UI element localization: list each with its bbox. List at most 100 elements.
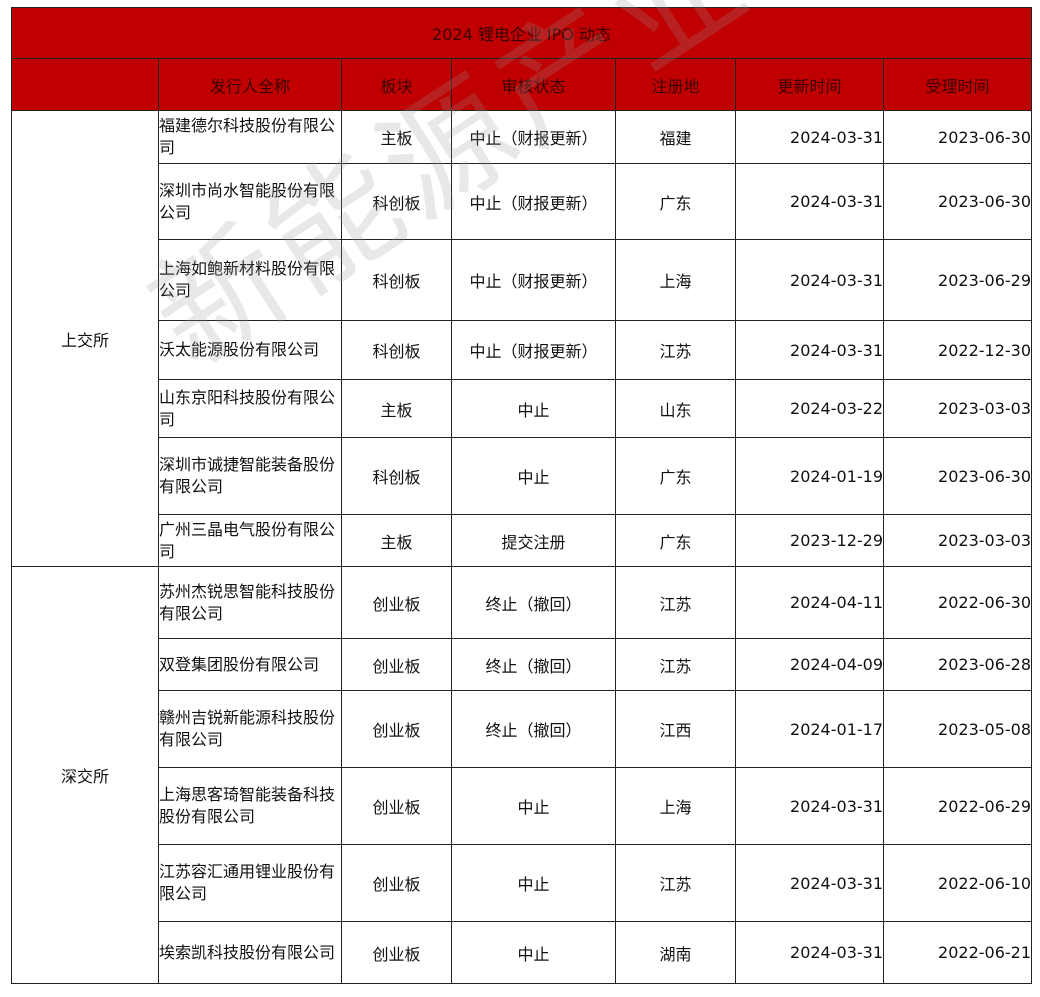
accepted-date: 2022-06-29: [882, 767, 1033, 845]
table-row: 上交所 福建德尔科技股份有限公司 主板 中止（财报更新） 福建 2024-03-…: [11, 110, 1033, 567]
table-row: 上海思客琦智能装备科技股份有限公司 创业板 中止 上海 2024-03-31 2…: [12, 767, 1033, 845]
updated-date: 2024-03-31: [735, 844, 884, 922]
status: 中止（财报更新）: [451, 163, 616, 240]
table-row: 双登集团股份有限公司 创业板 终止（撤回） 江苏 2024-04-09 2023…: [12, 638, 1033, 691]
table-row: 深圳市诚捷智能装备股份有限公司 科创板 中止 广东 2024-01-19 202…: [12, 437, 1033, 515]
status: 中止（财报更新）: [451, 110, 616, 164]
accepted-date: 2022-06-10: [882, 844, 1033, 922]
table-row: 沃太能源股份有限公司 科创板 中止（财报更新） 江苏 2024-03-31 20…: [12, 320, 1033, 380]
updated-date: 2024-01-17: [735, 690, 884, 768]
accepted-date: 2023-03-03: [882, 514, 1033, 567]
table-row: 赣州吉锐新能源科技股份有限公司 创业板 终止（撤回） 江西 2024-01-17…: [12, 690, 1033, 768]
status: 中止: [451, 921, 616, 984]
region: 广东: [615, 437, 736, 515]
table-row: 广州三晶电气股份有限公司 主板 提交注册 广东 2023-12-29 2023-…: [12, 514, 1033, 567]
board: 科创板: [341, 239, 452, 321]
board: 创业板: [341, 566, 452, 639]
status: 终止（撤回）: [451, 566, 616, 639]
header-region: 注册地: [615, 58, 736, 111]
accepted-date: 2023-06-30: [882, 437, 1033, 515]
title-row: 2024 锂电企业 IPO 动态: [10, 7, 1033, 59]
updated-date: 2024-03-31: [735, 921, 884, 984]
status: 中止: [451, 767, 616, 845]
table-row: 上海如鲍新材料股份有限公司 科创板 中止（财报更新） 上海 2024-03-31…: [12, 239, 1033, 321]
region: 上海: [615, 767, 736, 845]
header-board: 板块: [341, 58, 452, 111]
company-name: 苏州杰锐思智能科技股份有限公司: [158, 566, 342, 639]
region: 广东: [615, 514, 736, 567]
header-row: 发行人全称 板块 审核状态 注册地 更新时间 受理时间: [11, 58, 1033, 111]
status: 中止: [451, 437, 616, 515]
company-name: 赣州吉锐新能源科技股份有限公司: [158, 690, 342, 768]
company-name: 广州三晶电气股份有限公司: [158, 514, 342, 567]
company-name: 埃索凯科技股份有限公司: [158, 921, 342, 984]
updated-date: 2024-04-09: [735, 638, 884, 691]
company-name: 上海思客琦智能装备科技股份有限公司: [158, 767, 342, 845]
company-name: 江苏容汇通用锂业股份有限公司: [158, 844, 342, 922]
accepted-date: 2023-05-08: [882, 690, 1033, 768]
updated-date: 2024-03-31: [735, 767, 884, 845]
updated-date: 2024-04-11: [735, 566, 884, 639]
region: 江苏: [615, 844, 736, 922]
company-name: 沃太能源股份有限公司: [158, 320, 342, 380]
company-name: 深圳市尚水智能股份有限公司: [158, 163, 342, 240]
table-title: 2024 锂电企业 IPO 动态: [10, 7, 1033, 59]
region: 福建: [615, 110, 736, 164]
board: 主板: [341, 110, 452, 164]
exchange-label-szse: 深交所: [11, 566, 159, 984]
board: 科创板: [341, 437, 452, 515]
status: 中止: [451, 844, 616, 922]
company-name: 上海如鲍新材料股份有限公司: [158, 239, 342, 321]
region: 湖南: [615, 921, 736, 984]
updated-date: 2024-03-31: [735, 163, 884, 240]
updated-date: 2024-03-22: [735, 379, 884, 438]
updated-date: 2024-03-31: [735, 320, 884, 380]
accepted-date: 2023-06-28: [882, 638, 1033, 691]
status: 中止（财报更新）: [451, 320, 616, 380]
header-name: 发行人全称: [158, 58, 342, 111]
region: 江苏: [615, 638, 736, 691]
board: 主板: [341, 379, 452, 438]
header-accepted: 受理时间: [882, 58, 1033, 111]
table-row: 深交所 苏州杰锐思智能科技股份有限公司 创业板 终止（撤回） 江苏 2024-0…: [11, 566, 1033, 984]
status: 终止（撤回）: [451, 690, 616, 768]
status: 中止: [451, 379, 616, 438]
region: 上海: [615, 239, 736, 321]
board: 创业板: [341, 638, 452, 691]
accepted-date: 2022-06-30: [882, 566, 1033, 639]
accepted-date: 2023-06-30: [882, 163, 1033, 240]
region: 江苏: [615, 320, 736, 380]
board: 创业板: [341, 921, 452, 984]
status: 提交注册: [451, 514, 616, 567]
table-row: 埃索凯科技股份有限公司 创业板 中止 湖南 2024-03-31 2022-06…: [12, 921, 1033, 984]
accepted-date: 2022-12-30: [882, 320, 1033, 380]
company-name: 福建德尔科技股份有限公司: [158, 110, 342, 164]
header-status: 审核状态: [451, 58, 616, 111]
company-name: 深圳市诚捷智能装备股份有限公司: [158, 437, 342, 515]
table-row: 江苏容汇通用锂业股份有限公司 创业板 中止 江苏 2024-03-31 2022…: [12, 844, 1033, 922]
board: 科创板: [341, 163, 452, 240]
company-name: 双登集团股份有限公司: [158, 638, 342, 691]
status: 终止（撤回）: [451, 638, 616, 691]
board: 科创板: [341, 320, 452, 380]
exchange-label-sse: 上交所: [11, 110, 159, 567]
region: 广东: [615, 163, 736, 240]
status: 中止（财报更新）: [451, 239, 616, 321]
updated-date: 2024-03-31: [735, 110, 884, 164]
updated-date: 2024-01-19: [735, 437, 884, 515]
board: 创业板: [341, 767, 452, 845]
accepted-date: 2022-06-21: [882, 921, 1033, 984]
header-updated: 更新时间: [735, 58, 884, 111]
company-name: 山东京阳科技股份有限公司: [158, 379, 342, 438]
board: 主板: [341, 514, 452, 567]
accepted-date: 2023-06-30: [882, 110, 1033, 164]
ipo-table: 2024 锂电企业 IPO 动态 发行人全称 板块 审核状态 注册地 更新时间 …: [10, 7, 1033, 984]
accepted-date: 2023-03-03: [882, 379, 1033, 438]
region: 江苏: [615, 566, 736, 639]
header-blank: [11, 58, 159, 111]
region: 山东: [615, 379, 736, 438]
board: 创业板: [341, 844, 452, 922]
region: 江西: [615, 690, 736, 768]
accepted-date: 2023-06-29: [882, 239, 1033, 321]
table-row: 山东京阳科技股份有限公司 主板 中止 山东 2024-03-22 2023-03…: [12, 379, 1033, 438]
